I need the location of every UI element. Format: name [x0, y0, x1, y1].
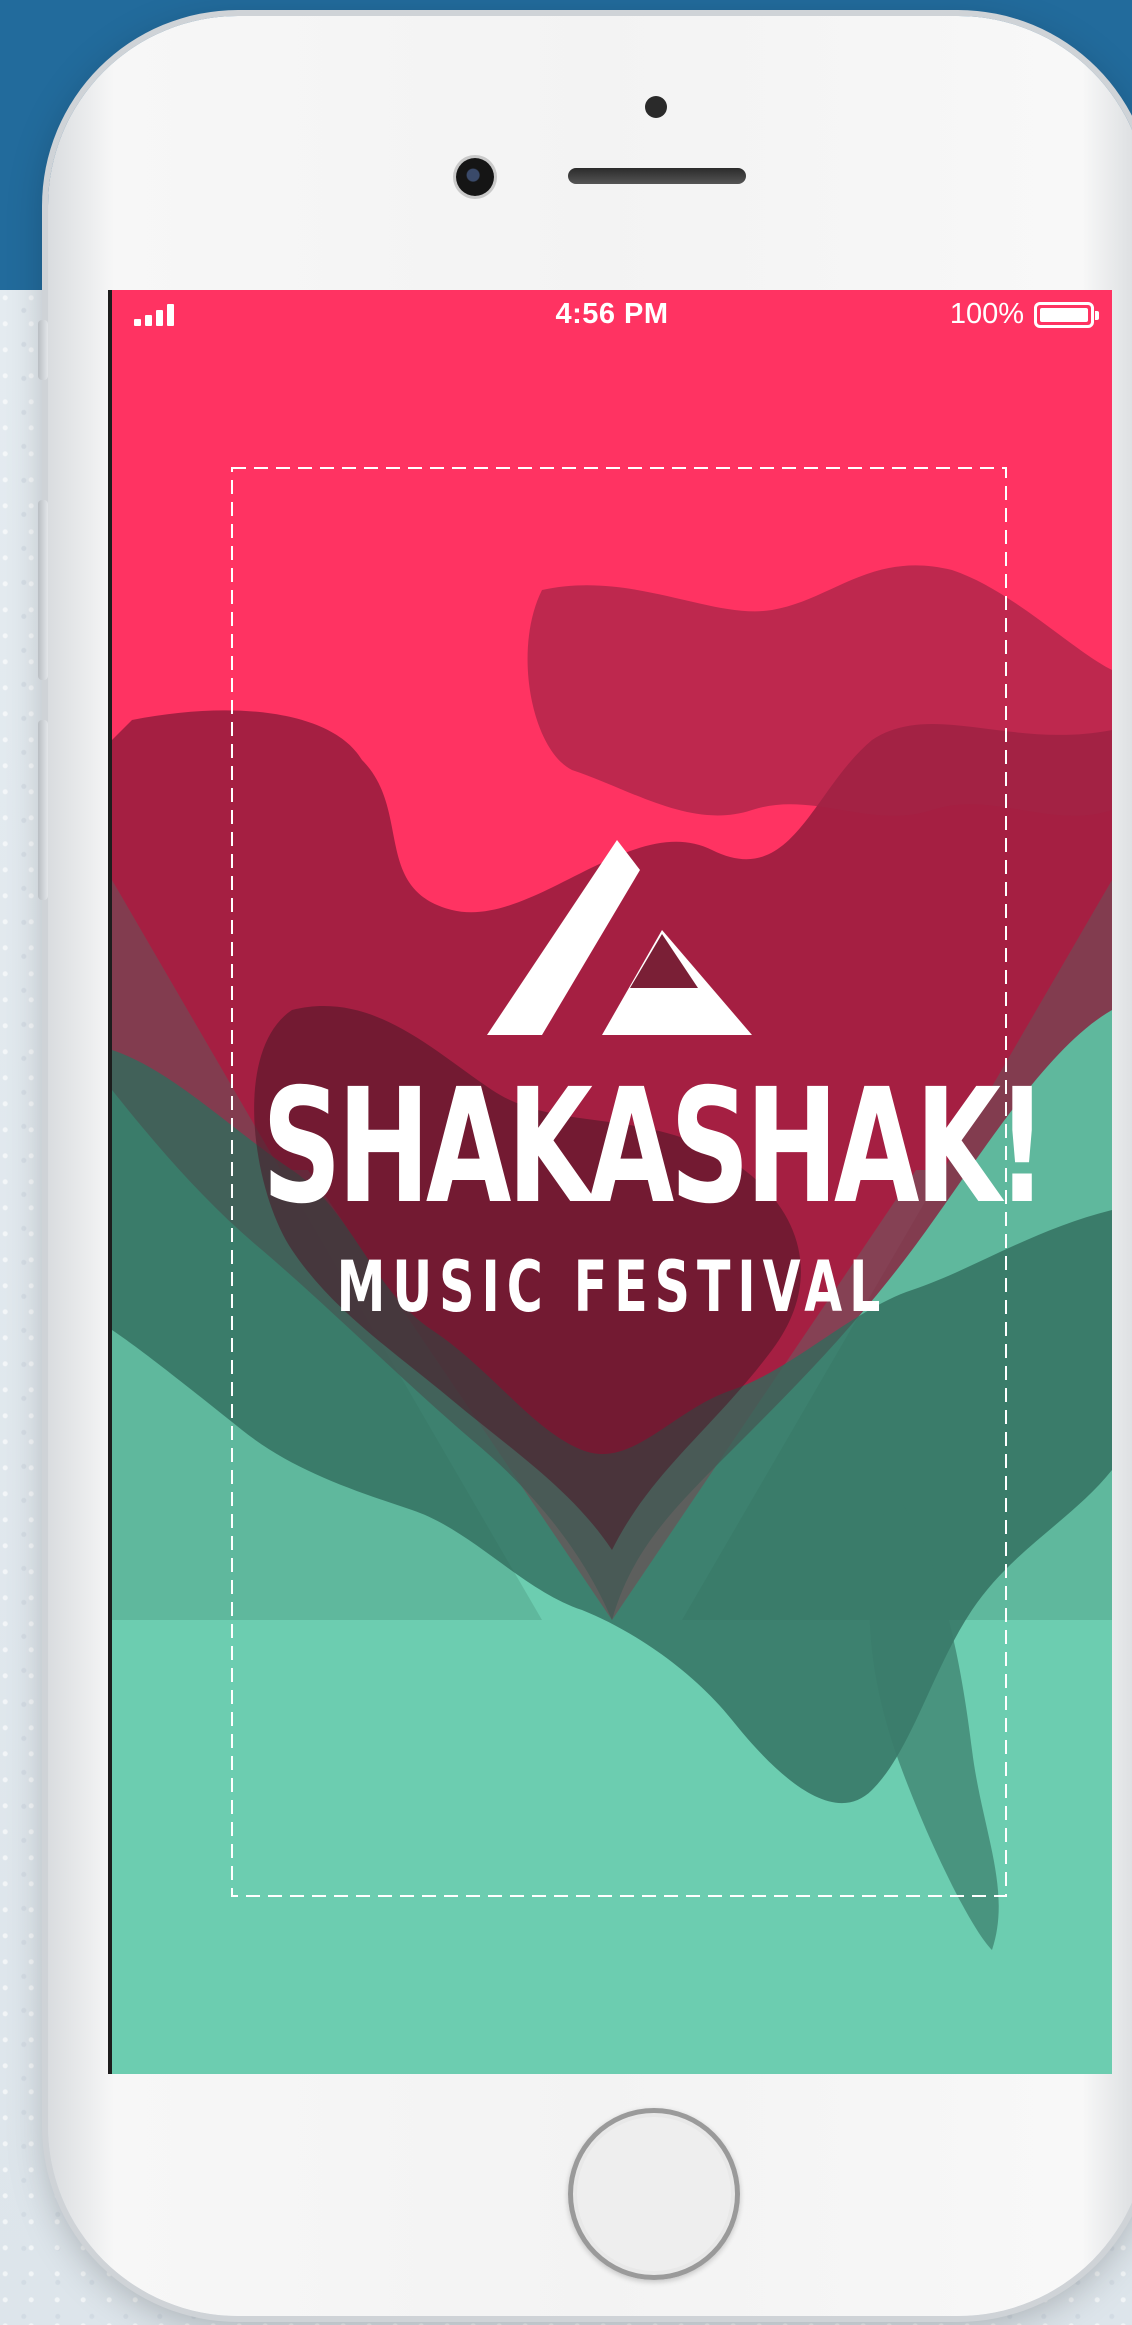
festival-subtitle: MUSIC FESTIVAL	[336, 1246, 888, 1328]
battery-percent: 100%	[949, 298, 1024, 330]
page: 4:56 PM 100% SHAKASHAK! MUSIC FESTIVAL	[0, 0, 1132, 2325]
mute-switch	[38, 320, 48, 380]
earpiece-speaker	[568, 168, 746, 184]
festival-title: SHAKASHAK!	[262, 1055, 1047, 1239]
battery-indicator: 100%	[949, 298, 1099, 331]
proximity-sensor	[645, 96, 667, 118]
phone-screen: 4:56 PM 100% SHAKASHAK! MUSIC FESTIVAL	[108, 290, 1112, 2074]
home-button[interactable]	[568, 2108, 740, 2280]
front-camera-icon	[456, 158, 494, 196]
volume-up-button	[38, 500, 48, 680]
battery-icon	[1034, 301, 1099, 328]
volume-down-button	[38, 720, 48, 900]
status-bar: 4:56 PM 100%	[112, 290, 1112, 350]
